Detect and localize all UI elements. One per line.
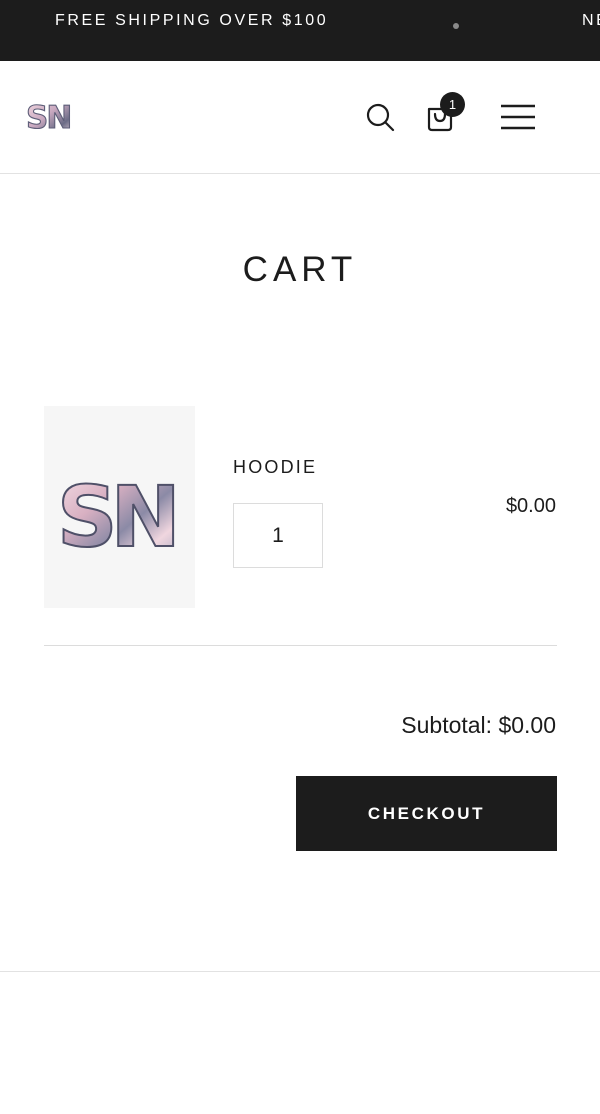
footer-divider: [0, 971, 600, 972]
announcement-bar: FREE SHIPPING OVER $100 NE: [0, 0, 600, 61]
announcement-text: FREE SHIPPING OVER $100: [55, 12, 329, 29]
carousel-dot[interactable]: [453, 23, 459, 29]
site-header: SN 1: [0, 61, 600, 174]
product-name[interactable]: HOODIE: [233, 457, 317, 478]
product-image[interactable]: SN: [44, 406, 195, 608]
search-button[interactable]: [364, 101, 396, 133]
cart-count-badge: 1: [440, 92, 465, 117]
product-image-logo-text: SN: [57, 468, 174, 566]
page-title: CART: [242, 250, 358, 289]
line-item-price: $0.00: [505, 495, 556, 517]
hamburger-menu-icon: [501, 104, 535, 130]
menu-button[interactable]: [500, 103, 536, 131]
logo[interactable]: SN: [24, 97, 76, 137]
subtotal: Subtotal: $0.00: [401, 712, 556, 738]
search-icon: [366, 103, 395, 132]
divider: [44, 645, 557, 646]
announcement-next-text: NE: [582, 12, 600, 29]
checkout-button[interactable]: CHECKOUT: [296, 776, 557, 851]
logo-text: SN: [26, 100, 70, 136]
quantity-input[interactable]: [233, 503, 323, 568]
